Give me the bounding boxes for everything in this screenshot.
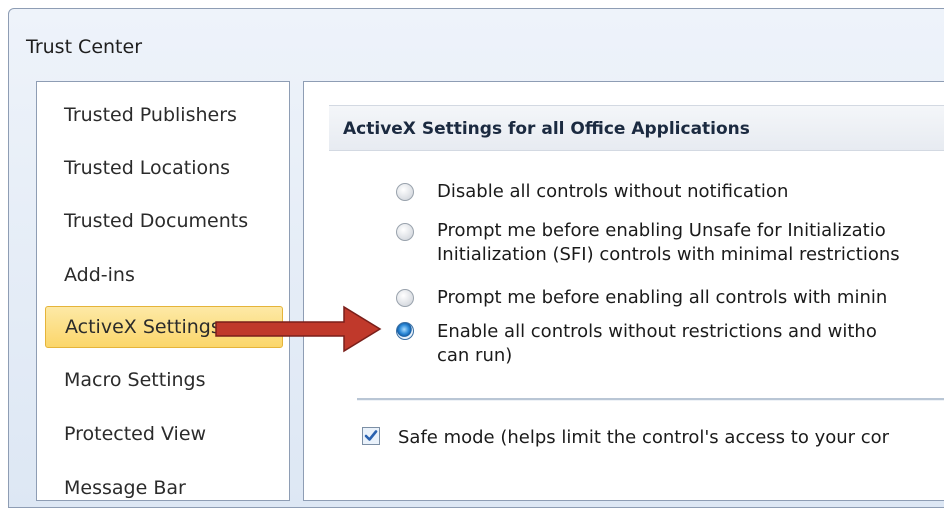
sidebar-item-message-bar[interactable]: Message Bar bbox=[45, 467, 283, 509]
enable-all-controls-label-line1: Enable all controls without restrictions… bbox=[437, 321, 877, 342]
disable-all-controls-radio[interactable] bbox=[396, 183, 414, 201]
sidebar-nav: Trusted Publishers Trusted Locations Tru… bbox=[36, 81, 290, 501]
enable-all-controls-radio[interactable] bbox=[396, 322, 414, 340]
safe-mode-label: Safe mode (helps limit the control's acc… bbox=[398, 427, 890, 448]
check-icon bbox=[364, 430, 378, 441]
enable-all-controls-label-line2: can run) bbox=[437, 345, 513, 366]
sidebar-item-macro-settings[interactable]: Macro Settings bbox=[45, 359, 283, 401]
prompt-unsafe-radio[interactable] bbox=[396, 223, 414, 241]
sidebar-item-trusted-publishers[interactable]: Trusted Publishers bbox=[45, 94, 283, 136]
sidebar-item-protected-view[interactable]: Protected View bbox=[45, 413, 283, 455]
safe-mode-checkbox[interactable] bbox=[362, 427, 380, 445]
sidebar-item-trusted-locations[interactable]: Trusted Locations bbox=[45, 147, 283, 189]
prompt-unsafe-label-line2: Initialization (SFI) controls with minim… bbox=[437, 244, 900, 265]
sidebar-item-add-ins[interactable]: Add-ins bbox=[45, 254, 283, 296]
prompt-all-controls-radio[interactable] bbox=[396, 289, 414, 307]
dialog-title: Trust Center bbox=[26, 36, 143, 58]
prompt-all-controls-label: Prompt me before enabling all controls w… bbox=[437, 287, 888, 308]
prompt-unsafe-label-line1: Prompt me before enabling Unsafe for Ini… bbox=[437, 220, 886, 241]
disable-all-controls-label: Disable all controls without notificatio… bbox=[437, 181, 789, 202]
section-title: ActiveX Settings for all Office Applicat… bbox=[343, 119, 750, 139]
divider bbox=[357, 398, 944, 401]
annotation-arrow-icon bbox=[215, 305, 382, 353]
sidebar-item-trusted-documents[interactable]: Trusted Documents bbox=[45, 200, 283, 242]
